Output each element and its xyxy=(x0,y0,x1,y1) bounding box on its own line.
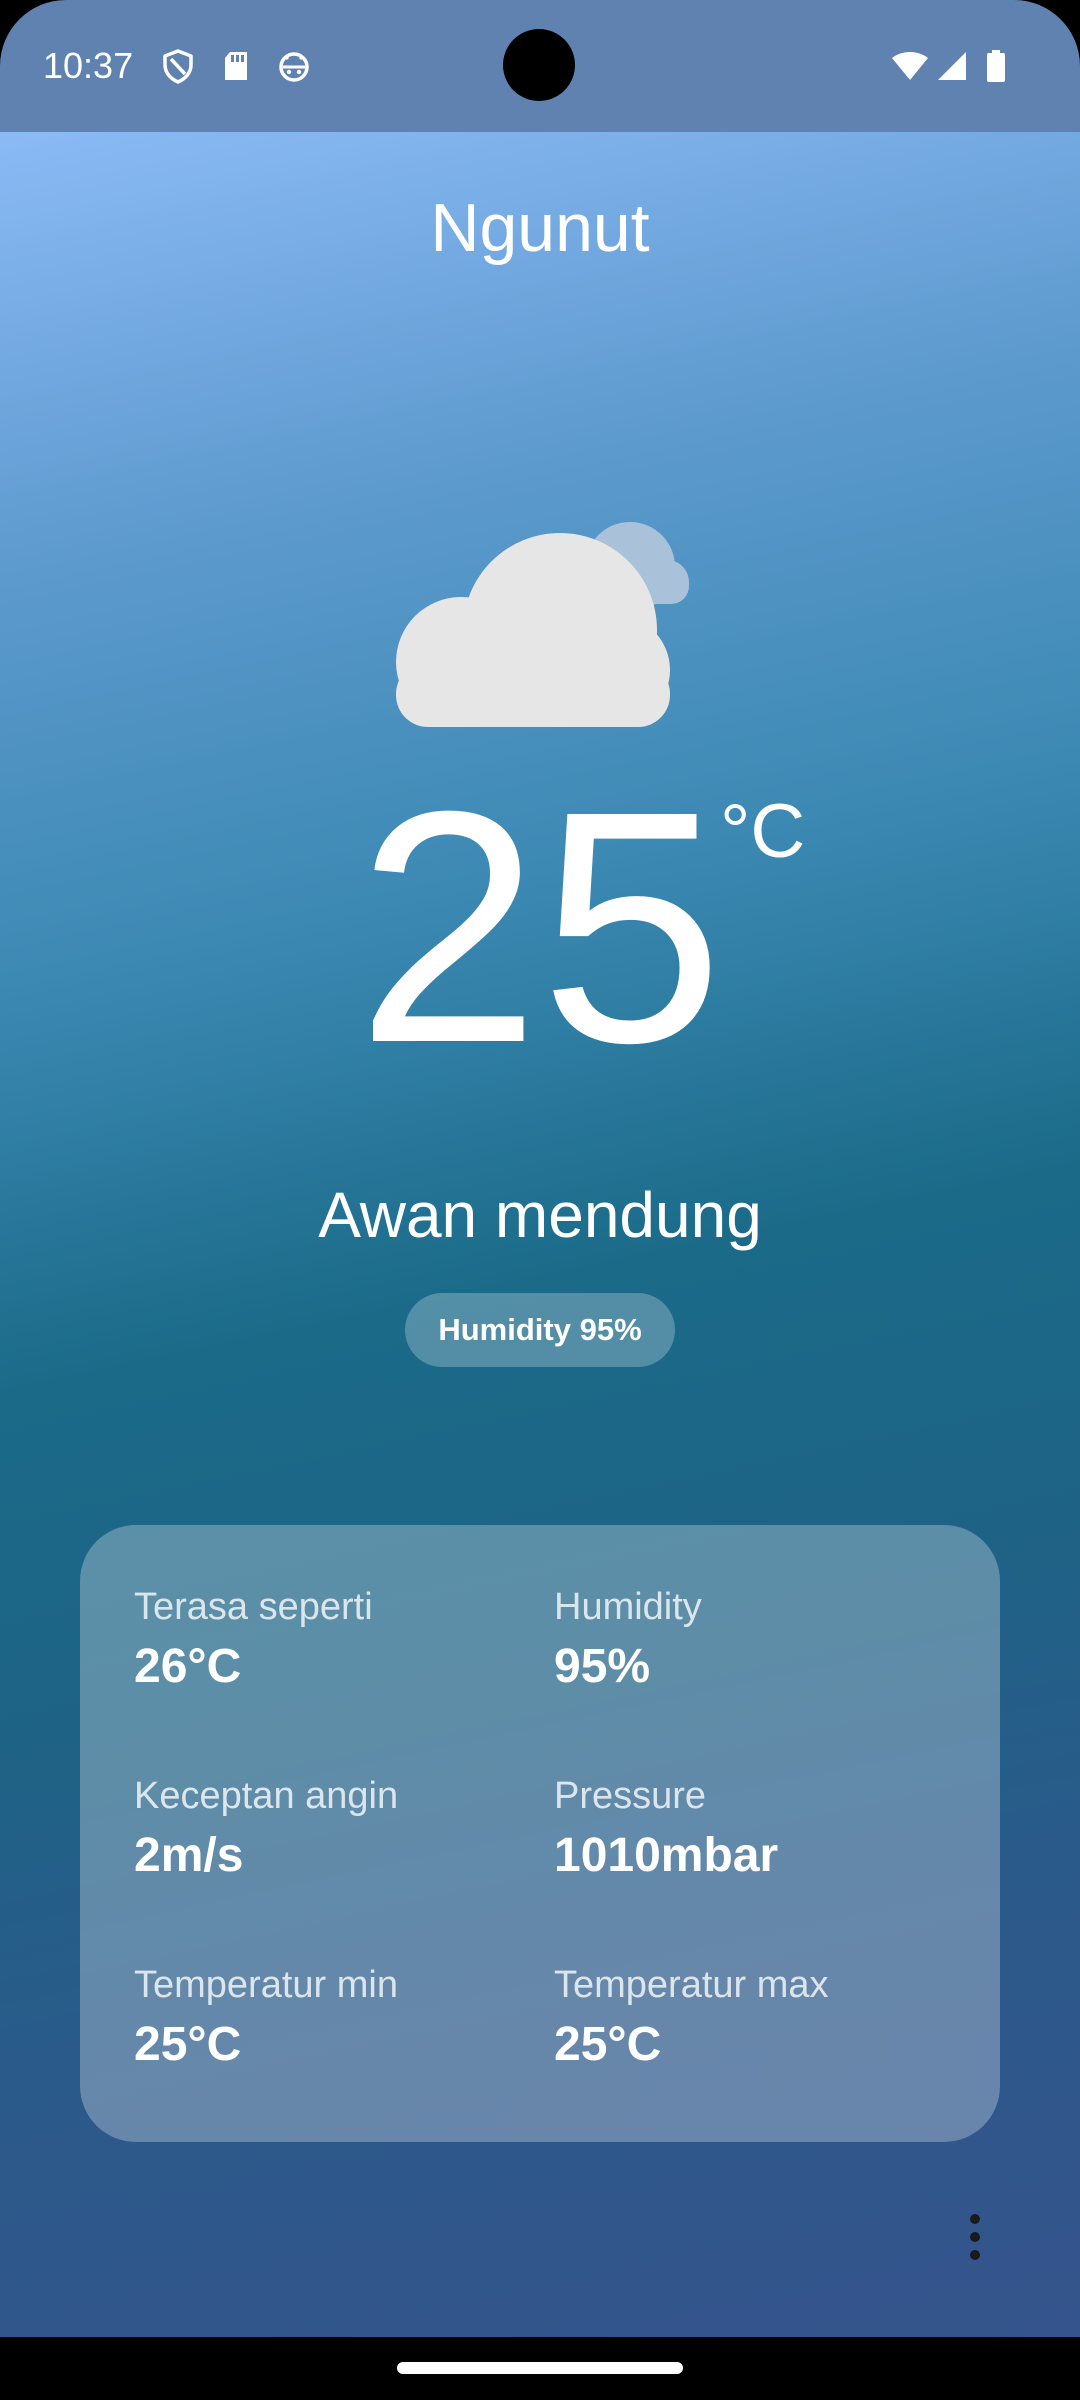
city-name: Ngunut xyxy=(430,190,650,266)
humidity-chip: Humidity 95% xyxy=(405,1293,675,1367)
status-time: 10:37 xyxy=(43,45,134,86)
shield-icon xyxy=(160,48,196,84)
front-camera xyxy=(503,29,575,101)
temperature-unit: °C xyxy=(720,789,806,874)
details-card: Terasa seperti 26°C Humidity 95% Kecepta… xyxy=(80,1525,1000,2142)
wind-speed-detail: Keceptan angin 2m/s xyxy=(134,1772,534,1886)
temp-max-detail: Temperatur max 25°C xyxy=(554,1961,954,2075)
more-dot xyxy=(970,2214,980,2224)
signal-icon xyxy=(934,48,970,84)
phone-screen: 10:37 Ngunut 25 °C Awan mendung Humidity… xyxy=(0,0,1080,2400)
wind-speed-label: Keceptan angin xyxy=(134,1775,399,1817)
more-options-button[interactable] xyxy=(955,2202,995,2272)
feels-like-detail: Terasa seperti 26°C xyxy=(134,1583,534,1697)
weather-condition: Awan mendung xyxy=(318,1179,762,1251)
sd-card-icon xyxy=(218,48,254,84)
feels-like-label: Terasa seperti xyxy=(134,1586,373,1628)
more-dot xyxy=(970,2250,980,2260)
temp-min-label: Temperatur min xyxy=(134,1964,398,2006)
android-face-icon xyxy=(276,48,312,84)
temp-max-label: Temperatur max xyxy=(554,1964,829,2006)
current-temperature: 25 xyxy=(356,742,724,1111)
feels-like-value: 26°C xyxy=(134,1640,242,1693)
temp-min-value: 25°C xyxy=(134,2018,242,2071)
temp-max-value: 25°C xyxy=(554,2018,662,2071)
wind-speed-value: 2m/s xyxy=(134,1829,244,1882)
pressure-detail: Pressure 1010mbar xyxy=(554,1772,954,1886)
temp-min-detail: Temperatur min 25°C xyxy=(134,1961,534,2075)
pressure-value: 1010mbar xyxy=(554,1829,779,1882)
battery-icon xyxy=(984,48,1008,84)
home-indicator[interactable] xyxy=(397,2362,683,2374)
more-dot xyxy=(970,2232,980,2242)
humidity-value: 95% xyxy=(554,1640,651,1693)
humidity-label: Humidity xyxy=(554,1586,702,1628)
cloud-icon xyxy=(365,512,725,732)
weather-app: Ngunut 25 °C Awan mendung Humidity 95% T… xyxy=(0,132,1080,2337)
wifi-icon xyxy=(890,48,930,84)
humidity-detail: Humidity 95% xyxy=(554,1583,954,1697)
pressure-label: Pressure xyxy=(554,1775,707,1817)
status-bar: 10:37 xyxy=(0,0,1080,132)
